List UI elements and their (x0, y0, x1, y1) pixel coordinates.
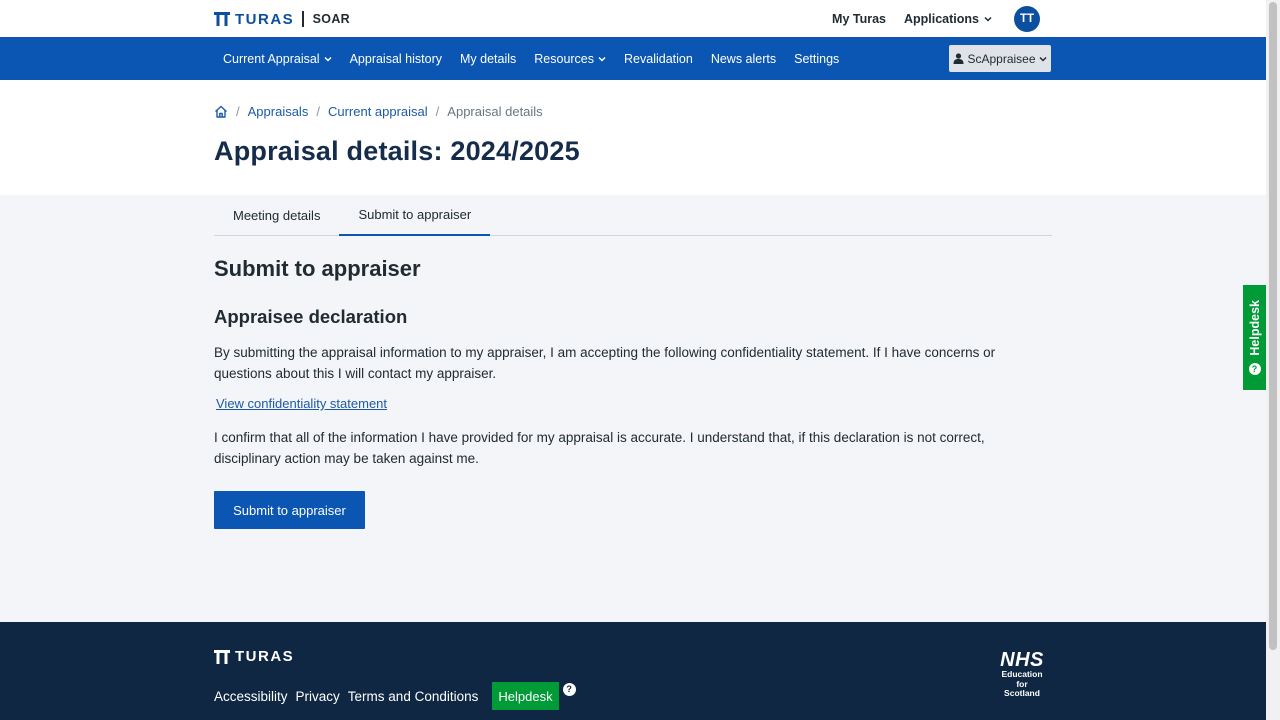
chevron-down-icon (1038, 56, 1047, 62)
applications-label: Applications (903, 12, 979, 26)
breadcrumb-separator: / (316, 104, 320, 119)
scrollbar-thumb[interactable] (1269, 2, 1277, 650)
footer-link-terms[interactable]: Terms and Conditions (348, 689, 479, 704)
main-content: Meeting details Submit to appraiser Subm… (0, 195, 1266, 622)
declaration-text: By submitting the appraisal information … (214, 345, 996, 381)
applications-menu[interactable]: Applications (904, 12, 992, 26)
chevron-down-icon (984, 16, 992, 22)
breadcrumb-current-appraisal[interactable]: Current appraisal (328, 104, 428, 119)
my-turas-label: My Turas (832, 12, 886, 26)
section-title: Submit to appraiser (214, 256, 421, 281)
footer-links: Accessibility Privacy Terms and Conditio… (214, 682, 576, 710)
question-icon: ? (562, 682, 576, 696)
breadcrumb-separator: / (236, 104, 240, 119)
nav-item-appraisal-history[interactable]: Appraisal history (341, 37, 451, 80)
tab-bar: Meeting details Submit to appraiser (214, 195, 1052, 236)
turas-logo[interactable]: TURAS SOAR (214, 10, 350, 28)
tab-meeting-details[interactable]: Meeting details (214, 195, 339, 236)
tab-submit-to-appraiser[interactable]: Submit to appraiser (339, 195, 491, 236)
declaration-heading: Appraisee declaration (214, 306, 408, 327)
nhs-logo-text: NHS (1000, 649, 1044, 671)
footer-link-privacy[interactable]: Privacy (296, 689, 340, 704)
nav-item-news-alerts[interactable]: News alerts (702, 37, 785, 80)
home-icon[interactable] (214, 105, 228, 118)
footer-brand-name: TURAS (235, 648, 295, 665)
breadcrumb-appraisals[interactable]: Appraisals (248, 104, 309, 119)
nhs-logo-line: Scotland (1004, 688, 1040, 698)
nav-item-label: Appraisal history (349, 51, 442, 66)
footer-helpdesk-button[interactable]: Helpdesk (492, 682, 559, 710)
chevron-down-icon (324, 56, 332, 62)
nav-item-settings[interactable]: Settings (785, 37, 848, 80)
breadcrumb-current: Appraisal details (447, 104, 543, 119)
nav-item-label: Current Appraisal (223, 51, 320, 66)
app-name: SOAR (312, 12, 350, 26)
submit-to-appraiser-button[interactable]: Submit to appraiser (214, 491, 365, 529)
nav-item-current-appraisal[interactable]: Current Appraisal (214, 37, 341, 80)
confirmation-text: I confirm that all of the information I … (214, 430, 985, 466)
avatar[interactable]: TT (1014, 6, 1040, 32)
nav-item-label: My details (459, 51, 517, 66)
confidentiality-statement-link[interactable]: View confidentiality statement (216, 396, 387, 411)
my-turas-link[interactable]: My Turas (832, 12, 886, 26)
breadcrumb: / Appraisals / Current appraisal / Appra… (214, 104, 543, 119)
scrollbar[interactable] (1266, 0, 1280, 720)
brand-divider (302, 11, 304, 27)
breadcrumb-separator: / (435, 104, 440, 119)
footer-turas-logo[interactable]: TURAS (214, 648, 294, 665)
nav-item-revalidation[interactable]: Revalidation (615, 37, 702, 80)
top-right-menu: My Turas Applications TT (832, 6, 1040, 32)
page-title: Appraisal details: 2024/2025 (214, 136, 580, 166)
question-icon: ? (1248, 362, 1261, 375)
person-icon (953, 53, 964, 64)
user-role-menu[interactable]: ScAppraisee (949, 45, 1051, 72)
nhs-education-scotland-logo: NHS Education for Scotland (993, 650, 1051, 699)
nav-item-my-details[interactable]: My details (451, 37, 525, 80)
nav-item-label: Settings (794, 51, 840, 66)
nav-item-label: Revalidation (624, 51, 693, 66)
footer: TURAS Accessibility Privacy Terms and Co… (0, 622, 1266, 720)
nav-item-label: Resources (534, 51, 595, 66)
helpdesk-side-label: Helpdesk (1247, 300, 1262, 356)
nav-list: Current Appraisal Appraisal history My d… (214, 37, 848, 80)
footer-link-accessibility[interactable]: Accessibility (214, 689, 288, 704)
nav-item-resources[interactable]: Resources (525, 37, 615, 80)
page-header: / Appraisals / Current appraisal / Appra… (0, 80, 1266, 195)
helpdesk-side-tab[interactable]: Helpdesk ? (1243, 285, 1266, 390)
user-role-label: ScAppraisee (967, 51, 1036, 66)
turas-mark-icon (214, 12, 230, 26)
chevron-down-icon (598, 56, 606, 62)
top-header: TURAS SOAR My Turas Applications TT (0, 0, 1266, 37)
brand-name: TURAS (235, 10, 295, 28)
turas-mark-icon (214, 649, 230, 664)
nav-item-label: News alerts (710, 51, 777, 66)
main-nav: Current Appraisal Appraisal history My d… (0, 37, 1266, 80)
